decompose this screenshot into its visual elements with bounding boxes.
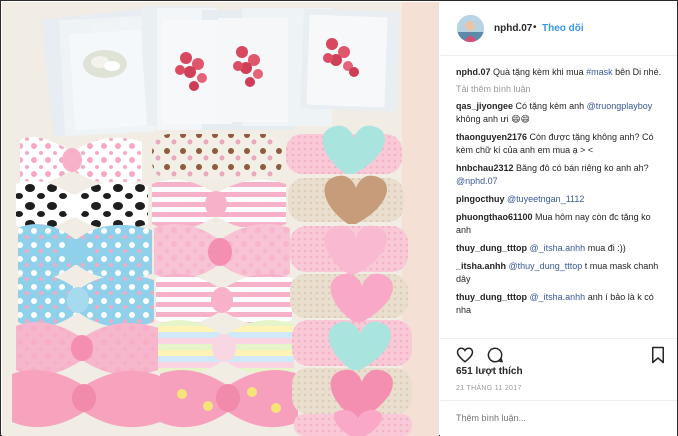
likes-count[interactable]: 651 lượt thích (456, 366, 523, 377)
comment-mention-link[interactable]: @thuy_dung_tttop (509, 261, 583, 271)
post-date: 21 THÁNG 11 2017 (456, 385, 522, 392)
comment-mention-link[interactable]: @nphd.07 (456, 176, 498, 186)
caption-text-end: bên Di nhé. (615, 67, 662, 77)
comment-text-after: mua đi :)) (587, 243, 626, 253)
comment-username-link[interactable]: hnbchau2312 (456, 163, 514, 173)
comment-item: qas_jiyongee Có tặng kèm anh @truongplay… (456, 100, 662, 126)
comments-list[interactable]: nphd.07 Quà tặng kèm khi mua #mask bên D… (456, 66, 662, 336)
comment-username-link[interactable]: thaonguyen2176 (456, 132, 527, 142)
comment-item: hnbchau2312 Băng đô có bán riêng ko anh … (456, 162, 662, 188)
header-separator: • (533, 22, 537, 33)
comment-mention-link[interactable]: @_itsha.anhh (530, 243, 586, 253)
post-photo[interactable] (2, 2, 439, 436)
comment-item: thuy_dung_tttop @_itsha.anhh mua đi :)) (456, 242, 662, 255)
comment-item: thaonguyen2176 Còn được tặng không anh? … (456, 131, 662, 157)
comment-mention-link[interactable]: @tuyeetngan_1112 (507, 194, 584, 204)
comment-username-link[interactable]: _itsha.anhh (456, 261, 506, 271)
comment-text: Băng đô có bán riêng ko anh ah? (516, 163, 649, 173)
bookmark-icon[interactable] (649, 346, 667, 364)
comment-mention-link[interactable]: @_itsha.anhh (530, 292, 586, 302)
heart-icon[interactable] (456, 346, 474, 364)
comment-item: phuongthao61100 Mua hôm nay còn đc tặng … (456, 211, 662, 237)
load-more-comments-link[interactable]: Tải thêm bình luận (456, 84, 662, 94)
comment-text-after: không anh ưi 😄😄 (456, 114, 530, 124)
comment-input[interactable] (456, 413, 636, 423)
comment-username-link[interactable]: thuy_dung_tttop (456, 292, 527, 302)
follow-button[interactable]: Theo dõi (542, 23, 584, 34)
photo-illustration (2, 2, 439, 436)
avatar[interactable] (457, 15, 484, 42)
comment-item: plngocthuy @tuyeetngan_1112 (456, 193, 662, 206)
avatar-image (457, 15, 484, 42)
post-caption: nphd.07 Quà tặng kèm khi mua #mask bên D… (456, 66, 662, 79)
comment-item: thuy_dung_tttop @_itsha.anhh anh í bảo l… (456, 291, 662, 317)
comment-icon[interactable] (486, 346, 504, 364)
comment-text: Có tặng kèm anh (515, 101, 585, 111)
post-actions (440, 338, 677, 368)
comment-item: _itsha.anhh @thuy_dung_tttop t mua mask … (456, 260, 662, 286)
comment-username-link[interactable]: thuy_dung_tttop (456, 243, 527, 253)
caption-username-link[interactable]: nphd.07 (456, 67, 491, 77)
post-header: nphd.07 • Theo dõi (440, 2, 677, 56)
comment-username-link[interactable]: plngocthuy (456, 194, 505, 204)
caption-text: Quà tặng kèm khi mua (493, 67, 584, 77)
instagram-post-window: nphd.07 • Theo dõi nphd.07 Quà tặng kèm … (0, 0, 678, 436)
post-side-panel: nphd.07 • Theo dõi nphd.07 Quà tặng kèm … (440, 2, 677, 436)
header-username-link[interactable]: nphd.07 (494, 23, 532, 34)
comment-mention-link[interactable]: @truongplayboy (587, 101, 653, 111)
comment-username-link[interactable]: qas_jiyongee (456, 101, 513, 111)
comment-username-link[interactable]: phuongthao61100 (456, 212, 533, 222)
add-comment-bar (440, 400, 677, 436)
hashtag-link[interactable]: #mask (586, 67, 613, 77)
